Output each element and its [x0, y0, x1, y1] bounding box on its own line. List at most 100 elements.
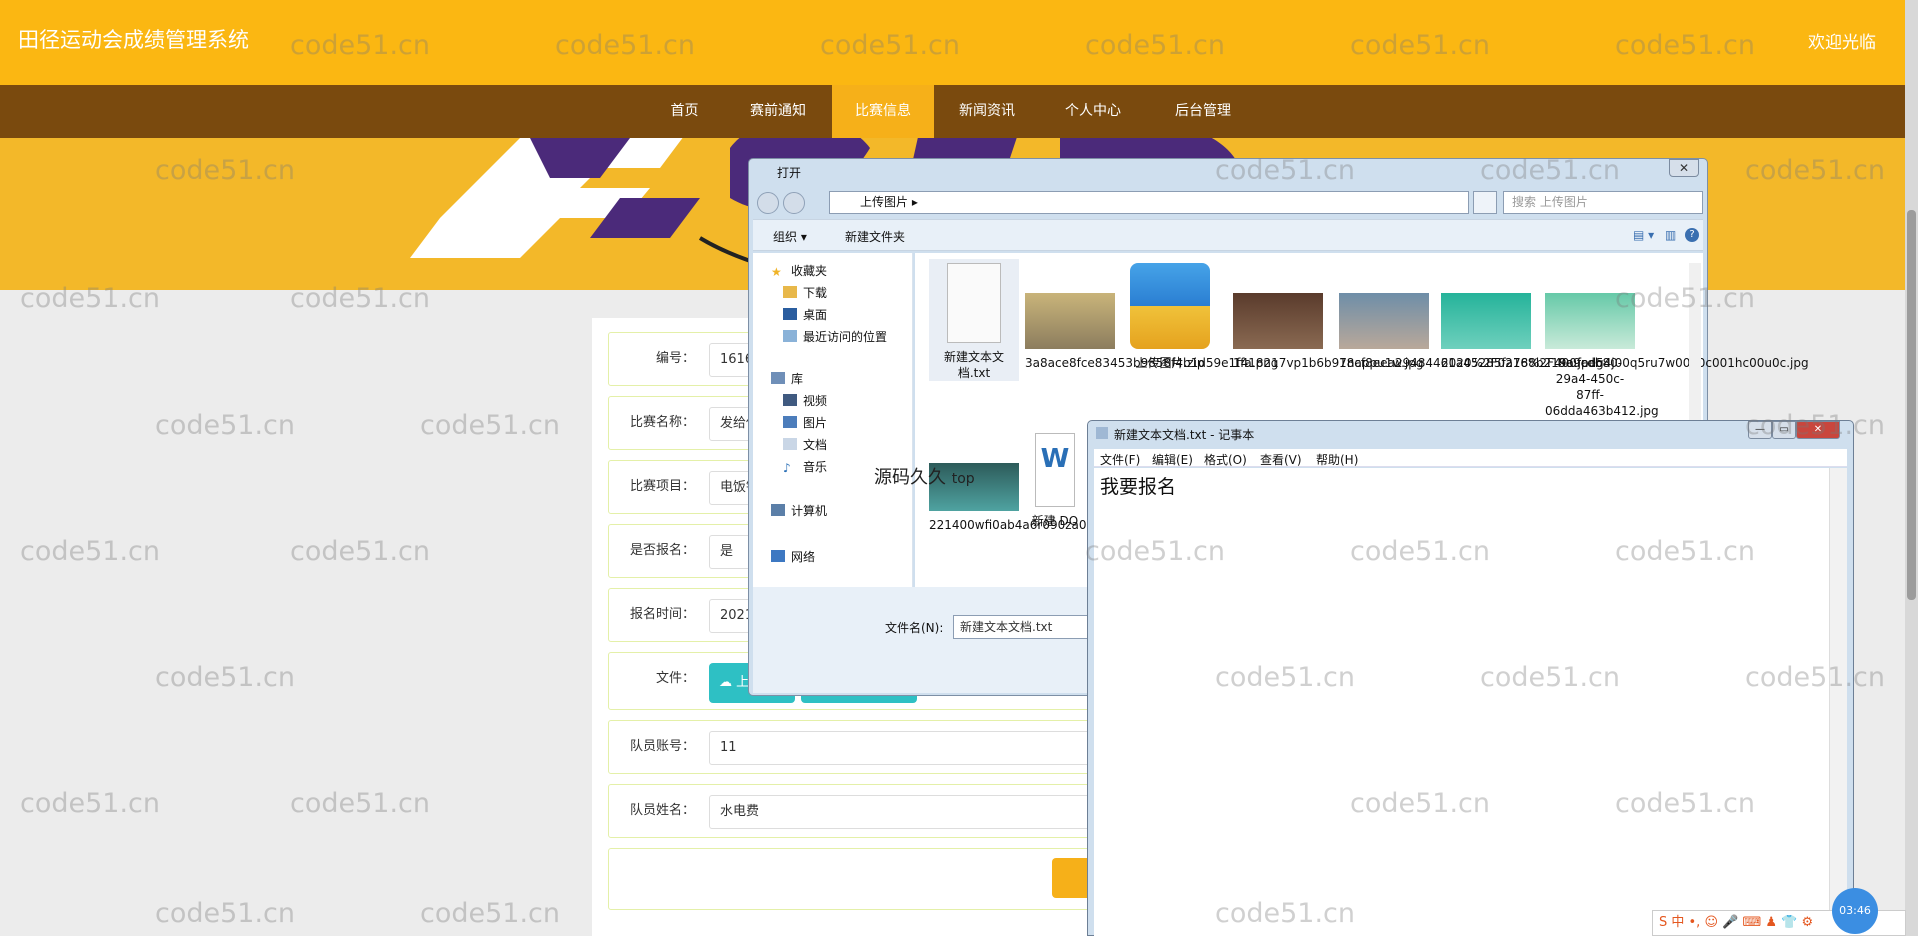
form-row-member-name: 队员姓名： 水电费: [608, 784, 1112, 838]
help-icon[interactable]: ?: [1685, 228, 1699, 242]
image-thumbnail: [1339, 293, 1429, 349]
menu-file[interactable]: 文件(F): [1100, 451, 1140, 468]
page-scrollbar-thumb[interactable]: [1907, 210, 1916, 600]
navigation-pane: ★ 收藏夹 下载 桌面 最近访问的位置 库 视频 图片 文档 ♪ 音乐 计算机 网络: [753, 253, 913, 587]
form-row-member-account: 队员账号： 11: [608, 720, 1112, 774]
pictures-icon: [783, 416, 797, 428]
top-header: 田径运动会成绩管理系统 欢迎光临: [0, 0, 1918, 85]
file-item[interactable]: 18cf8eea29484461a45285fa788b219a.jpeg: [1339, 293, 1604, 371]
zip-archive-icon: [1130, 263, 1210, 349]
file-item[interactable]: 8e9cdb80-29a4-450c-87ff-06dda463b412.jpg: [1545, 293, 1659, 419]
nav-documents[interactable]: 文档: [783, 435, 827, 455]
clock-badge: 03:46: [1832, 888, 1878, 934]
nav-library[interactable]: 库: [771, 369, 803, 389]
file-item[interactable]: 3a8ace8fce83453b9858f4b1d59e1ffa.png: [1025, 293, 1278, 371]
notepad-menubar: 文件(F) 编辑(E) 格式(O) 查看(V) 帮助(H): [1094, 449, 1847, 467]
desktop-icon: [783, 308, 797, 320]
nav-network[interactable]: 网络: [771, 547, 815, 567]
nav-item-home[interactable]: 首页: [652, 85, 717, 138]
nav-item-match-info[interactable]: 比赛信息: [832, 85, 934, 138]
site-title: 田径运动会成绩管理系统: [18, 28, 249, 52]
nav-item-notice[interactable]: 赛前通知: [739, 85, 817, 138]
nav-music[interactable]: ♪ 音乐: [783, 457, 827, 477]
preview-pane-icon[interactable]: ▥: [1665, 228, 1676, 242]
music-icon: ♪: [783, 461, 791, 475]
overlay-caption-text: 源码久久: [874, 467, 946, 488]
new-folder-button[interactable]: 新建文件夹: [845, 228, 905, 245]
watermark: code51.cn: [290, 536, 431, 567]
watermark: code51.cn: [420, 898, 561, 929]
nav-favorites[interactable]: ★ 收藏夹: [771, 261, 827, 281]
organize-menu[interactable]: 组织 ▾: [773, 228, 807, 245]
field-label: 报名时间：: [629, 607, 695, 622]
watermark: code51.cn: [420, 410, 561, 441]
nav-downloads[interactable]: 下载: [783, 283, 827, 303]
dialog-toolbar: 组织 ▾ 新建文件夹 ▤ ▾ ▥ ?: [753, 219, 1703, 251]
watermark: code51.cn: [155, 898, 296, 929]
file-item[interactable]: 新建文本文档.txt: [929, 259, 1019, 381]
member-account-input[interactable]: 11: [709, 731, 1109, 765]
menu-edit[interactable]: 编辑(E): [1152, 451, 1193, 468]
dialog-close-button[interactable]: ✕: [1669, 159, 1699, 177]
nav-pictures[interactable]: 图片: [783, 413, 827, 433]
watermark: code51.cn: [290, 788, 431, 819]
nav-computer[interactable]: 计算机: [771, 501, 827, 521]
nav-desktop[interactable]: 桌面: [783, 305, 827, 325]
member-name-input[interactable]: 水电费: [709, 795, 1109, 829]
video-icon: [783, 394, 797, 406]
overlay-caption: 源码久久 top: [874, 463, 975, 489]
image-thumbnail: [1545, 293, 1635, 349]
nav-item-profile[interactable]: 个人中心: [1054, 85, 1132, 138]
search-input[interactable]: 搜索 上传图片: [1503, 191, 1703, 214]
nav-item-news[interactable]: 新闻资讯: [948, 85, 1026, 138]
star-icon: ★: [771, 265, 782, 279]
filename-label: 文件名(N):: [885, 621, 944, 635]
field-label: 文件：: [655, 671, 695, 686]
text-file-icon: [947, 263, 1001, 343]
page-scrollbar[interactable]: [1905, 0, 1918, 936]
notepad-scrollbar[interactable]: [1829, 468, 1847, 936]
nav-videos[interactable]: 视频: [783, 391, 827, 411]
recent-icon: [783, 330, 797, 342]
file-item[interactable]: 1418217vp1b6b97nappu1w.jpg: [1233, 293, 1423, 371]
menu-view[interactable]: 查看(V): [1260, 451, 1302, 468]
watermark: code51.cn: [155, 410, 296, 441]
image-thumbnail: [1441, 293, 1531, 349]
minimize-button[interactable]: —: [1748, 421, 1772, 439]
forward-button[interactable]: [783, 192, 805, 214]
submit-button[interactable]: [1052, 858, 1092, 898]
file-list-scrollbar[interactable]: [1689, 263, 1701, 423]
field-label: 比赛项目：: [629, 479, 695, 494]
overlay-caption-suffix: top: [951, 471, 975, 487]
form-row-actions: [608, 848, 1112, 910]
menu-help[interactable]: 帮助(H): [1316, 451, 1358, 468]
address-bar[interactable]: 上传图片 ▸: [829, 191, 1469, 214]
nav-recent[interactable]: 最近访问的位置: [783, 327, 887, 347]
main-nav: 首页 赛前通知 比赛信息 新闻资讯 个人中心 后台管理: [0, 85, 1918, 138]
maximize-button[interactable]: ▭: [1772, 421, 1796, 439]
notepad-title: 新建文本文档.txt - 记事本: [1114, 428, 1255, 442]
download-folder-icon: [783, 286, 797, 298]
library-icon: [771, 372, 785, 384]
field-label: 队员账号：: [629, 739, 695, 754]
nav-item-admin[interactable]: 后台管理: [1164, 85, 1242, 138]
refresh-button[interactable]: [1473, 191, 1497, 214]
close-button[interactable]: ✕: [1796, 421, 1840, 439]
field-label: 编号：: [655, 351, 695, 366]
notepad-window: 新建文本文档.txt - 记事本 — ▭ ✕ 文件(F) 编辑(E) 格式(O)…: [1087, 420, 1854, 936]
file-item[interactable]: 2020%2F0216%2F400fad54j00q5ru7w00a0c001h…: [1441, 293, 1809, 371]
file-item[interactable]: 上传图片.zip: [1125, 263, 1215, 371]
path-text: 上传图片: [860, 195, 909, 209]
image-thumbnail: [1025, 293, 1115, 349]
field-label: 是否报名：: [629, 543, 695, 558]
file-item[interactable]: W 新建 DO: [1025, 433, 1085, 529]
view-options-icon[interactable]: ▤ ▾: [1633, 228, 1654, 242]
back-button[interactable]: [757, 192, 779, 214]
notepad-textarea[interactable]: 我要报名: [1094, 468, 1829, 936]
watermark: code51.cn: [20, 536, 161, 567]
welcome-text: 欢迎光临: [1808, 33, 1876, 53]
menu-format[interactable]: 格式(O): [1204, 451, 1247, 468]
notepad-app-icon: [1096, 427, 1108, 439]
watermark: code51.cn: [20, 788, 161, 819]
image-thumbnail: [1233, 293, 1323, 349]
